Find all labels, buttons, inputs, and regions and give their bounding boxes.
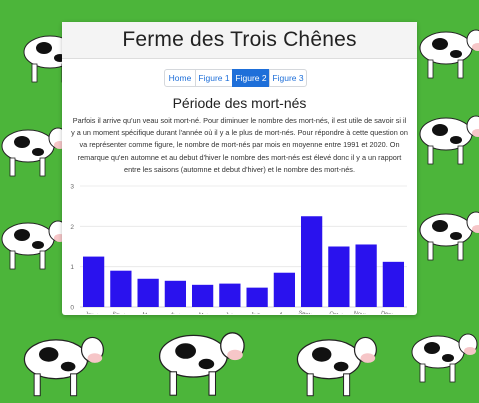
bar <box>191 284 214 307</box>
content-card: Ferme des Trois Chênes Home Figure 1 Fig… <box>62 22 417 315</box>
cow-illustration <box>419 211 479 261</box>
section-description: Parfois il arrive qu'un veau soit mort-n… <box>71 116 408 174</box>
cow-illustration <box>23 336 104 397</box>
tab-figure-1[interactable]: Figure 1 <box>195 69 233 87</box>
bar <box>137 278 159 307</box>
x-tick-label: Novembre <box>353 310 379 314</box>
tab-figure-3[interactable]: Figure 3 <box>269 69 307 87</box>
bar <box>382 261 405 307</box>
x-tick-label: Fevrier <box>112 311 130 314</box>
bar <box>328 246 350 307</box>
y-tick-label: 3 <box>70 184 74 191</box>
bar <box>82 256 105 307</box>
x-tick-label: Octobre <box>329 311 350 314</box>
cow-illustration <box>1 220 68 270</box>
site-title: Ferme des Trois Chênes <box>122 28 357 51</box>
cow-illustration <box>411 333 478 383</box>
cow-illustration <box>1 127 68 177</box>
bar <box>300 216 323 307</box>
section-title: Période des mort-nés <box>172 95 307 111</box>
bar <box>110 270 132 307</box>
bar <box>164 280 187 307</box>
bar <box>219 283 241 307</box>
x-tick-label: Juillet <box>250 312 266 314</box>
x-tick-label: Decembre <box>380 310 406 314</box>
cow-illustration <box>419 29 479 79</box>
y-tick-label: 2 <box>70 224 74 231</box>
bar <box>246 287 268 307</box>
cow-illustration <box>419 115 479 165</box>
x-tick-label: Mai <box>198 312 208 314</box>
x-tick-label: Aout <box>278 312 291 314</box>
x-tick-label: Juin <box>224 312 235 314</box>
y-tick-label: 1 <box>70 264 74 271</box>
nav-tabs: Home Figure 1 Figure 2 Figure 3 <box>164 69 307 87</box>
site-header: Ferme des Trois Chênes <box>62 22 417 59</box>
x-tick-label: Avril <box>170 312 182 314</box>
y-tick-label: 0 <box>70 305 74 312</box>
stillbirths-bar-chart: 0 1 2 3 Janvier Fevrier Mars Avril Mai Juin Juille… <box>70 184 407 314</box>
x-tick-label: Janvier <box>84 311 103 314</box>
tab-figure-2[interactable]: Figure 2 <box>232 69 270 87</box>
x-tick-label: Septembre <box>298 310 326 314</box>
bar <box>273 272 296 307</box>
cow-illustration <box>296 336 377 397</box>
tab-home[interactable]: Home <box>164 69 196 87</box>
x-tick-label: Mars <box>142 312 156 314</box>
cow-illustration <box>158 332 245 396</box>
bar <box>355 244 377 307</box>
